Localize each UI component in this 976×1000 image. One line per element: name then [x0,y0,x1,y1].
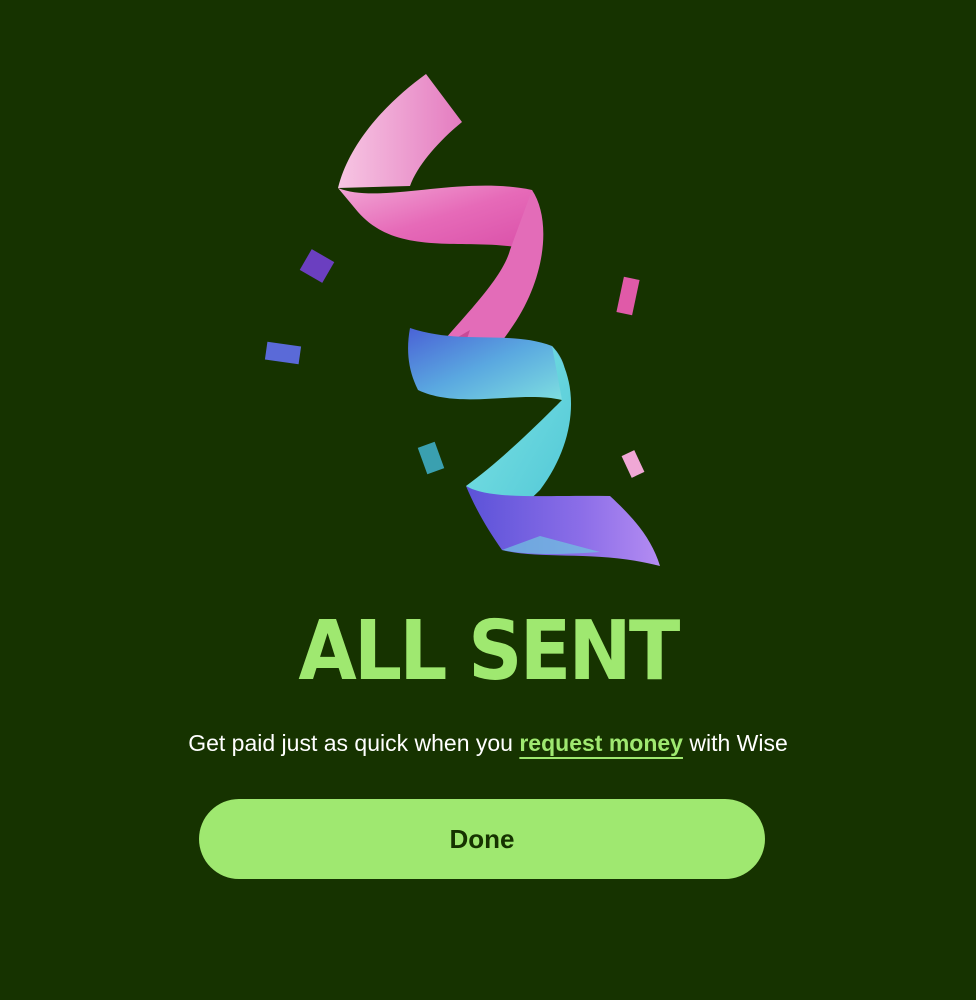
request-money-link[interactable]: request money [519,730,683,756]
done-button[interactable]: Done [199,799,765,879]
message-prefix: Get paid just as quick when you [188,730,513,756]
page-title: ALL SENT [298,604,680,699]
subtitle-message: Get paid just as quick when you request … [0,728,976,758]
message-suffix: with Wise [689,730,788,756]
confetti-ribbon-icon [240,60,700,590]
